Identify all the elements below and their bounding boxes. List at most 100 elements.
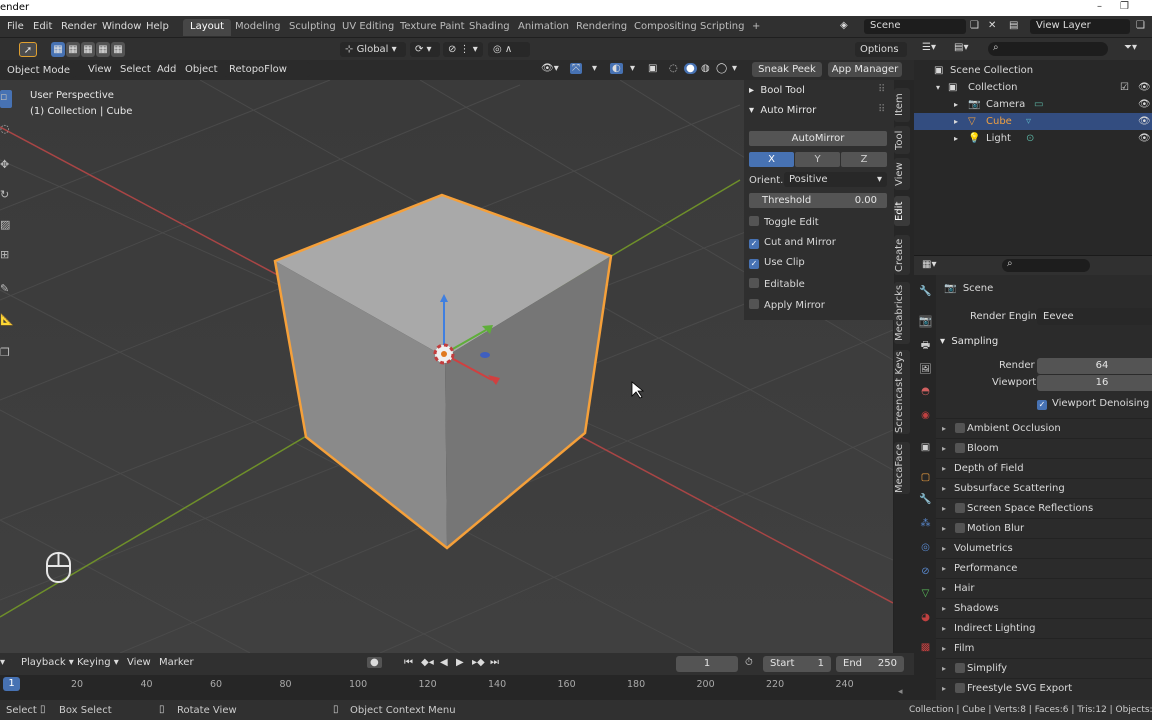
tab-tool[interactable]: Tool [894, 126, 910, 154]
start-frame-field[interactable]: Start 1 [763, 656, 831, 672]
display-mode-icon[interactable]: ▤▾ [954, 42, 968, 53]
view-layer-selector[interactable]: View Layer [1030, 19, 1130, 34]
constraint-props-icon[interactable]: ⊘ [919, 565, 932, 578]
proportional-edit-dropdown[interactable]: ◎ ∧ [488, 42, 530, 57]
tab-rendering[interactable]: Rendering [569, 19, 634, 36]
select-mode-subtract-icon[interactable]: ▦ [81, 42, 95, 57]
tab-create[interactable]: Create [894, 235, 910, 275]
orient-dropdown[interactable]: Positive ▾ [784, 172, 887, 187]
outliner-search-input[interactable]: ⌕ [988, 42, 1108, 56]
expand-icon[interactable]: ▸ [942, 499, 946, 518]
editor-type-icon[interactable]: ▦▾ [922, 259, 936, 270]
tab-uv-editing[interactable]: UV Editing [335, 19, 401, 36]
panel-bloom[interactable]: ▸ Bloom [936, 438, 1152, 457]
tab-mecabricks[interactable]: Mecabricks [894, 282, 910, 344]
transform-orientation-dropdown[interactable]: ⊹ Global ▾ [340, 42, 406, 57]
expand-icon[interactable]: ▸ [942, 599, 946, 618]
panel-subsurface-scattering[interactable]: ▸ Subsurface Scattering [936, 478, 1152, 497]
tab-modeling[interactable]: Modeling [228, 19, 288, 36]
overlays-dropdown-icon[interactable]: ▾ [630, 63, 635, 74]
outliner-item-cube[interactable]: ▸ ▽ Cube ▿ 👁 [914, 113, 1152, 130]
app-manager-button[interactable]: App Manager [828, 62, 902, 77]
axis-z-toggle[interactable]: Z [841, 152, 887, 167]
timeline[interactable]: 1 20 40 60 80 100 120 140 160 180 200 220 240 ◂ [0, 675, 914, 700]
collection-row[interactable]: ▾ ▣ Collection ☑ 👁 [914, 79, 1152, 96]
menu-window[interactable]: Window [102, 21, 141, 32]
solid-shading-icon[interactable]: ● [684, 63, 697, 74]
expand-icon[interactable]: ▸ [942, 479, 946, 498]
tab-mecaface[interactable]: MecaFace [894, 442, 910, 494]
timeline-view-menu[interactable]: View [127, 657, 151, 668]
world-props-icon[interactable]: ◉ [919, 409, 932, 422]
automirror-button[interactable]: AutoMirror [749, 131, 887, 146]
annotate-tool-icon[interactable]: ✎ [0, 282, 12, 300]
expand-icon[interactable]: ▸ [954, 130, 958, 147]
viewport-samples-field[interactable]: 16 [1037, 375, 1152, 391]
move-tool-icon[interactable]: ✥ [0, 158, 12, 176]
scroll-indicator-icon[interactable]: ◂ [898, 687, 903, 697]
sampling-panel-header[interactable]: ▾ Sampling [940, 336, 998, 347]
scene-collection-row[interactable]: ▣ Scene Collection [914, 62, 1152, 79]
expand-icon[interactable]: ▸ [954, 96, 958, 113]
outliner-item-camera[interactable]: ▸ 📷 Camera ▭ 👁 [914, 96, 1152, 113]
expand-icon[interactable]: ▸ [942, 419, 946, 438]
expand-icon[interactable]: ▸ [942, 579, 946, 598]
scene-icon[interactable]: ◈ [840, 20, 848, 31]
sneak-peek-button[interactable]: Sneak Peek [752, 62, 822, 77]
restore-icon[interactable]: ❐ [1120, 1, 1129, 12]
select-mode-intersect-icon[interactable]: ▦ [111, 42, 125, 57]
menu-help[interactable]: Help [146, 21, 169, 32]
object-mode-dropdown[interactable]: Object Mode ▾ [2, 63, 76, 91]
panel-film[interactable]: ▸ Film [936, 638, 1152, 657]
particles-props-icon[interactable]: ⁂ [919, 517, 932, 530]
panel-enable-checkbox[interactable] [955, 503, 965, 513]
render-props-icon[interactable]: 📷 [919, 315, 932, 328]
rotate-tool-icon[interactable]: ↻ [0, 188, 12, 206]
panel-enable-checkbox[interactable] [955, 683, 965, 693]
menu-file[interactable]: File [7, 21, 24, 32]
cut-and-mirror-checkbox[interactable]: ✓ Cut and Mirror [749, 237, 836, 249]
add-workspace-button[interactable]: + [745, 19, 767, 36]
expand-icon[interactable]: ▸ [942, 659, 946, 678]
current-frame-field[interactable]: 1 [676, 656, 738, 672]
tab-layout[interactable]: Layout [183, 19, 231, 36]
editable-checkbox[interactable]: Editable [749, 278, 805, 290]
select-mode-new-icon[interactable]: ▦ [51, 42, 65, 57]
view-layer-props-icon[interactable]: 🖼 [919, 363, 932, 376]
menu-object[interactable]: Object [185, 64, 218, 75]
tab-edit[interactable]: Edit [894, 196, 910, 226]
panel-ambient-occlusion[interactable]: ▸ Ambient Occlusion [936, 418, 1152, 437]
data-props-icon[interactable]: ▽ [919, 587, 932, 600]
editor-type-icon[interactable]: ☰▾ [922, 42, 936, 53]
toggle-edit-checkbox[interactable]: Toggle Edit [749, 216, 819, 228]
use-clip-checkbox[interactable]: ✓ Use Clip [749, 257, 805, 269]
tab-animation[interactable]: Animation [511, 19, 576, 36]
eye-icon[interactable]: 👁 [1138, 96, 1151, 113]
tab-shading[interactable]: Shading [462, 19, 517, 36]
tab-scripting[interactable]: Scripting [693, 19, 751, 36]
expand-icon[interactable]: ▸ [942, 619, 946, 638]
cursor-tool-icon[interactable]: ◌ [0, 122, 12, 140]
marker-menu[interactable]: Marker [159, 657, 194, 668]
record-icon[interactable]: ● [367, 657, 382, 668]
expand-icon[interactable]: ▸ [942, 639, 946, 658]
add-cube-tool-icon[interactable]: ❒ [0, 346, 12, 364]
expand-icon[interactable]: ▸ [942, 519, 946, 538]
options-dropdown[interactable]: Options ▾ [855, 42, 907, 70]
gizmo-icon[interactable]: ⤧ [570, 63, 582, 74]
pivot-point-dropdown[interactable]: ⟳ ▾ [410, 42, 440, 57]
panel-freestyle-svg-export[interactable]: ▸ Freestyle SVG Export [936, 678, 1152, 697]
filter-icon[interactable]: ⏷▾ [1124, 42, 1137, 53]
physics-props-icon[interactable]: ◎ [919, 541, 932, 554]
editor-type-icon[interactable]: ▾ [0, 657, 5, 668]
menu-add[interactable]: Add [157, 64, 176, 75]
panel-performance[interactable]: ▸ Performance [936, 558, 1152, 577]
threshold-field[interactable]: Threshold 0.00 [749, 193, 887, 208]
end-frame-field[interactable]: End 250 [836, 656, 904, 672]
material-shading-icon[interactable]: ◍ [701, 63, 710, 74]
material-props-icon[interactable]: ◕ [919, 611, 932, 624]
viewport-denoising-checkbox[interactable]: ✓ Viewport Denoising [1037, 398, 1149, 410]
menu-select[interactable]: Select [120, 64, 151, 75]
overlays-icon[interactable]: ◐ [610, 63, 623, 74]
tab-sculpting[interactable]: Sculpting [282, 19, 343, 36]
